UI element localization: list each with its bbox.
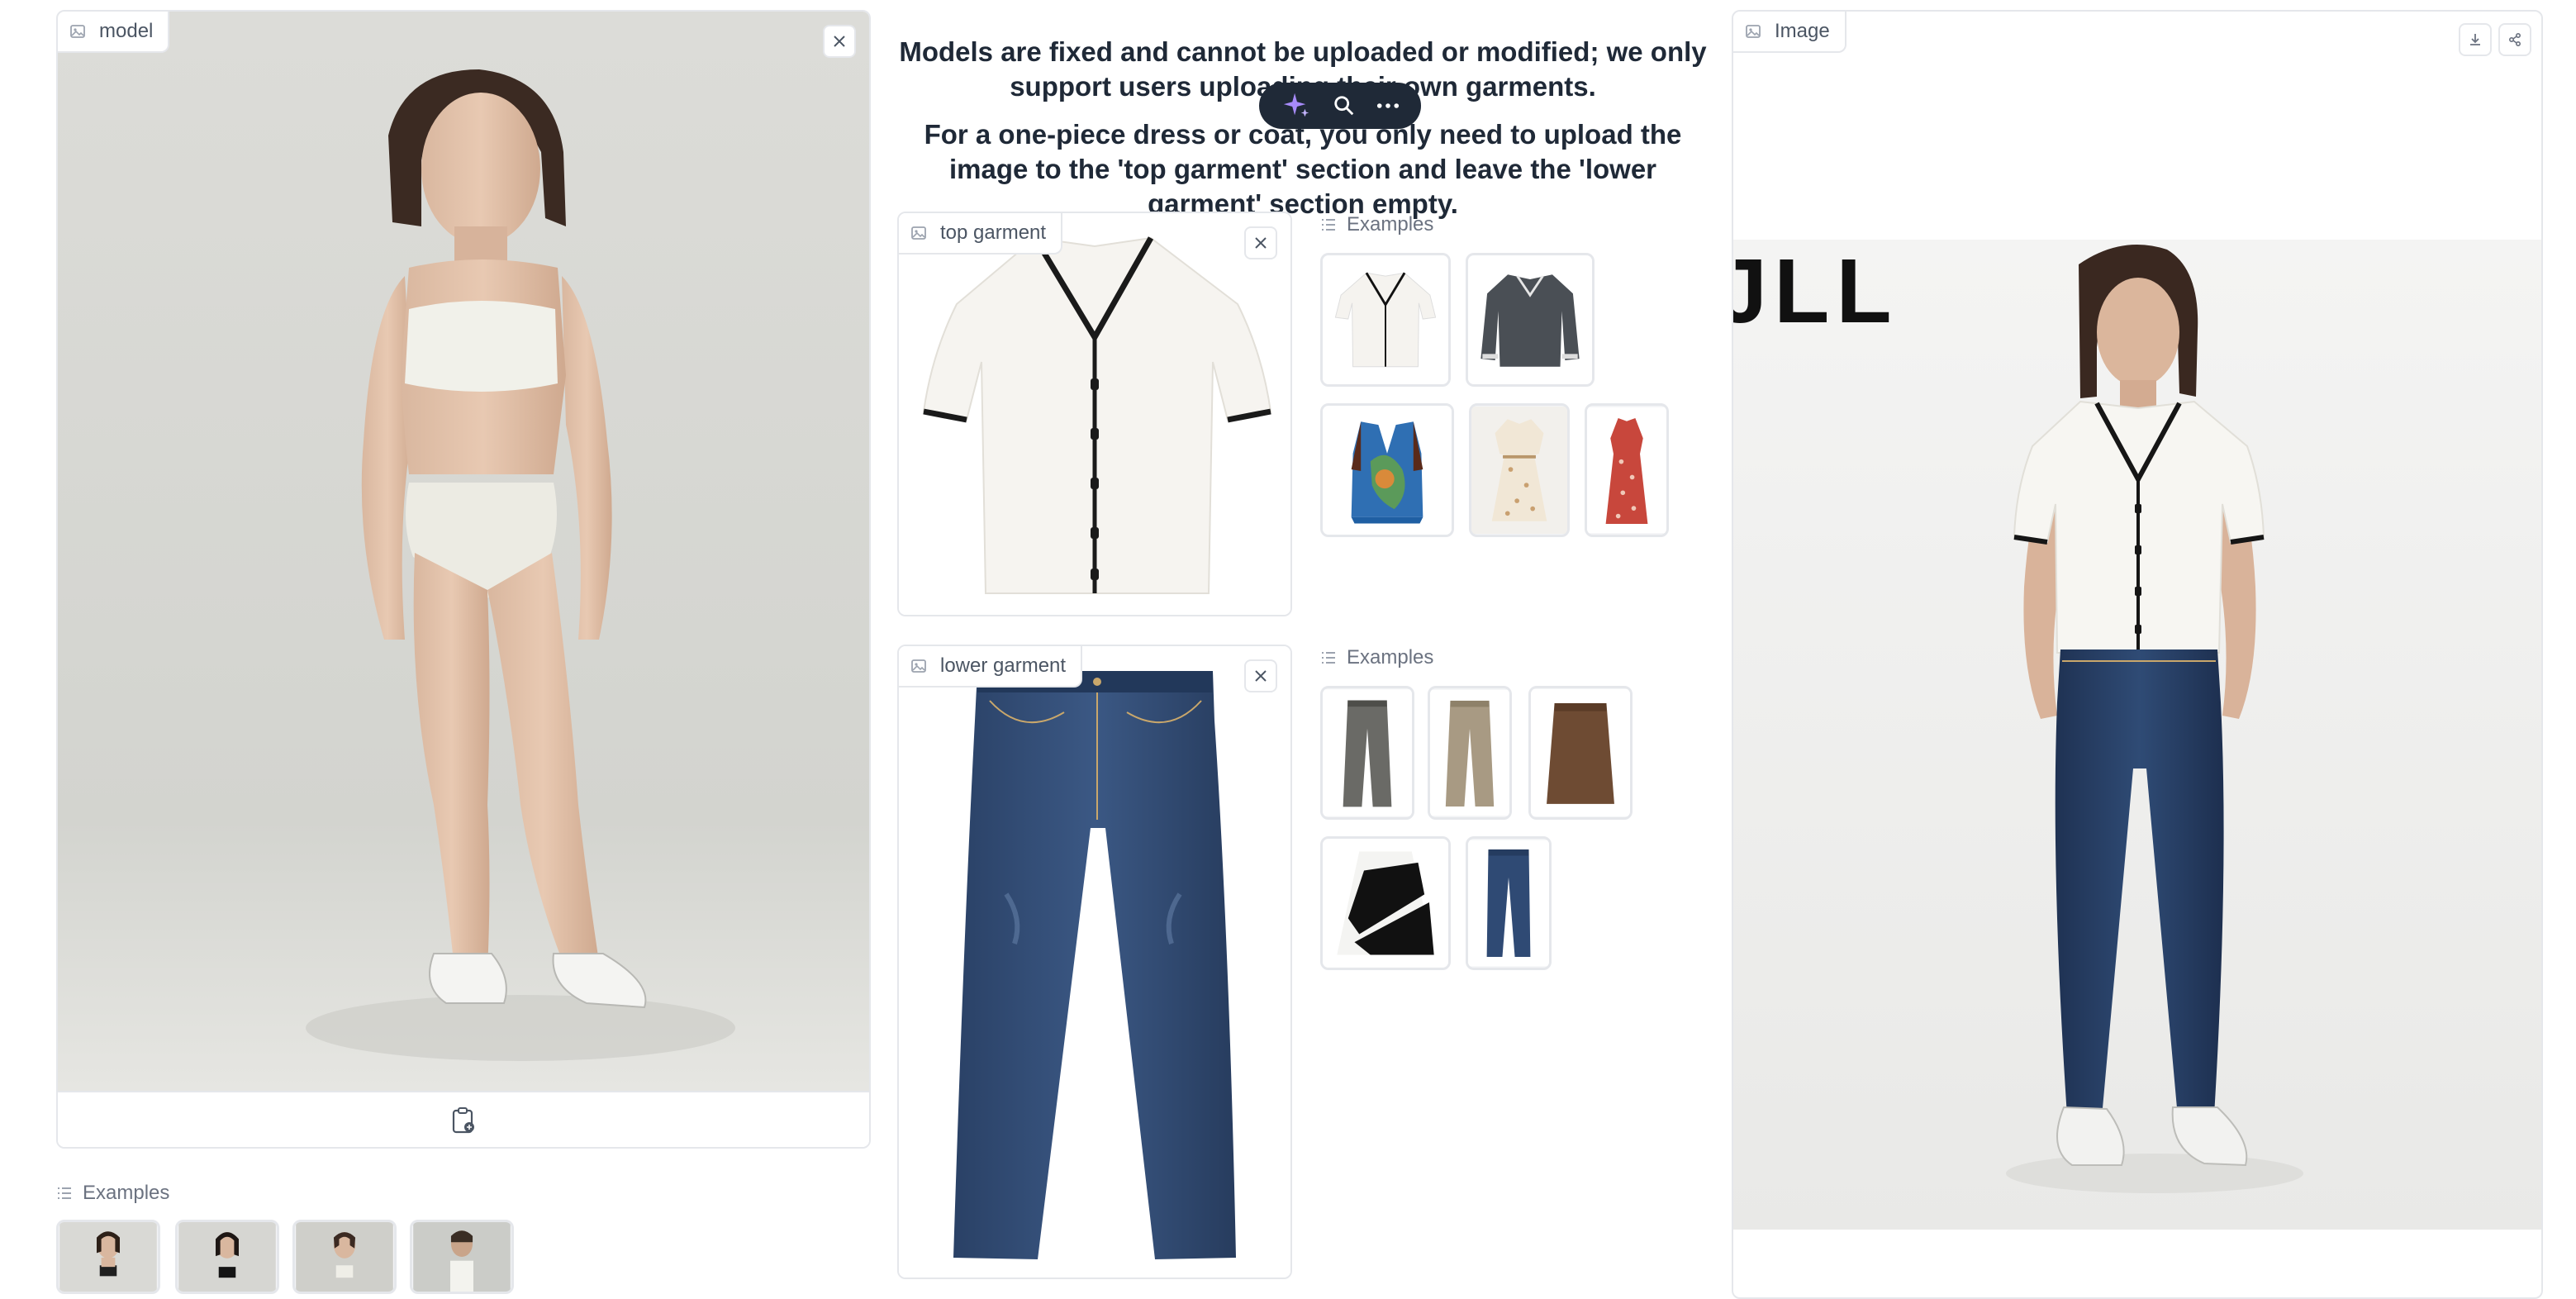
- sparkle-icon: [1284, 93, 1309, 117]
- lower-example-striped-skirt[interactable]: [1320, 836, 1451, 970]
- close-icon: [1255, 237, 1267, 249]
- model-example-3[interactable]: [292, 1220, 397, 1294]
- lower-garment-examples-label: Examples: [1320, 646, 1433, 669]
- backdrop-text: JLL: [1733, 240, 1899, 342]
- search-icon: [1334, 96, 1354, 116]
- floating-toolbar: [1259, 83, 1421, 129]
- zoom-search-button[interactable]: [1333, 94, 1356, 117]
- striped-skirt-thumbnail: [1323, 839, 1448, 968]
- image-icon: [70, 25, 85, 38]
- leather-skirt-thumbnail: [1531, 688, 1630, 817]
- ai-sparkle-button[interactable]: [1281, 90, 1312, 121]
- lower-garment-panel[interactable]: lower garment: [897, 645, 1292, 1279]
- model-photo: [58, 12, 869, 1091]
- image-icon: [911, 659, 926, 673]
- printed-vest-thumbnail: [1323, 406, 1452, 535]
- top-garment-image: [899, 213, 1290, 615]
- top-example-blouse[interactable]: [1320, 253, 1451, 387]
- grey-cardigan-thumbnail: [1468, 255, 1592, 384]
- more-icon: [1376, 103, 1399, 108]
- model-label: model: [99, 20, 154, 42]
- instructions-line-2: For a one-piece dress or coat, you only …: [924, 119, 1682, 219]
- list-icon: [1322, 652, 1335, 664]
- top-example-vest[interactable]: [1320, 403, 1454, 537]
- lower-example-grey-trousers[interactable]: [1320, 686, 1414, 820]
- model-label-tag: model: [58, 12, 170, 53]
- download-icon: [2470, 34, 2480, 45]
- white-blouse-thumbnail: [1323, 255, 1448, 384]
- lower-example-khaki-pants[interactable]: [1428, 686, 1512, 820]
- khaki-pants-thumbnail: [1430, 689, 1509, 816]
- result-photo: JLL: [1733, 240, 2541, 1230]
- lower-example-skinny-jeans[interactable]: [1466, 836, 1552, 970]
- top-garment-clear-button[interactable]: [1244, 226, 1277, 259]
- top-example-cardigan[interactable]: [1466, 253, 1595, 387]
- top-garment-label: top garment: [940, 221, 1047, 244]
- model-example-3-image: [296, 1222, 393, 1292]
- image-icon: [911, 226, 926, 240]
- model-example-1[interactable]: [56, 1220, 160, 1294]
- red-dress-thumbnail: [1587, 407, 1666, 534]
- model-example-2[interactable]: [175, 1220, 279, 1294]
- top-garment-examples-label: Examples: [1320, 213, 1433, 236]
- model-examples-label: Examples: [56, 1182, 169, 1205]
- model-clear-button[interactable]: [823, 25, 856, 58]
- share-icon: [2508, 32, 2521, 47]
- model-example-2-image: [178, 1222, 276, 1292]
- image-icon: [1746, 25, 1761, 38]
- top-garment-panel[interactable]: top garment: [897, 212, 1292, 616]
- list-icon: [58, 1187, 71, 1199]
- top-example-floral-dress[interactable]: [1469, 403, 1570, 537]
- close-icon: [1255, 670, 1267, 682]
- model-image-panel[interactable]: model: [56, 10, 871, 1149]
- list-icon: [1322, 219, 1335, 231]
- model-upload-footer: [58, 1091, 869, 1147]
- result-label: Image: [1775, 20, 1830, 42]
- top-garment-label-tag: top garment: [899, 213, 1063, 255]
- grey-trousers-thumbnail: [1323, 689, 1412, 816]
- result-label-tag: Image: [1733, 12, 1846, 53]
- result-image-panel: Image JLL: [1732, 10, 2543, 1299]
- close-icon: [834, 36, 845, 47]
- model-example-1-image: [59, 1222, 157, 1292]
- more-options-button[interactable]: [1376, 102, 1400, 110]
- top-example-red-dress[interactable]: [1585, 403, 1669, 537]
- lower-garment-clear-button[interactable]: [1244, 659, 1277, 692]
- model-example-4-image: [413, 1222, 511, 1292]
- floral-dress-thumbnail: [1471, 406, 1567, 535]
- lower-garment-image: [899, 646, 1290, 1278]
- share-button[interactable]: [2498, 23, 2531, 56]
- download-button[interactable]: [2459, 23, 2492, 56]
- skinny-jeans-thumbnail: [1468, 840, 1549, 967]
- model-example-4[interactable]: [410, 1220, 514, 1294]
- lower-garment-label: lower garment: [940, 654, 1067, 677]
- clipboard-paste-icon[interactable]: [451, 1106, 476, 1135]
- lower-example-leather-skirt[interactable]: [1528, 686, 1633, 820]
- lower-garment-label-tag: lower garment: [899, 646, 1083, 688]
